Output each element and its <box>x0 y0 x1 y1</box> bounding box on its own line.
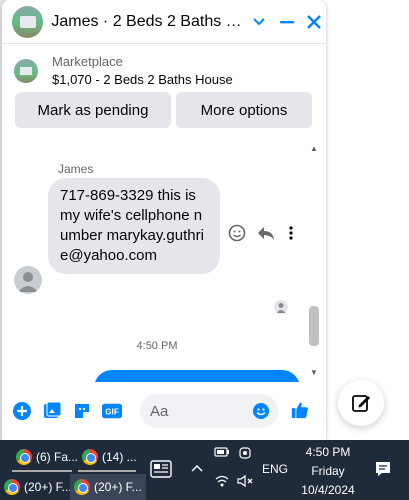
listing-row[interactable]: Marketplace $1,070 - 2 Beds 2 Baths Hous… <box>14 54 233 87</box>
more-options-button[interactable]: More options <box>176 92 312 128</box>
outgoing-message-bubble[interactable] <box>94 370 300 382</box>
chat-title[interactable]: James · 2 Beds 2 Baths House <box>51 13 243 31</box>
chat-header[interactable]: James · 2 Beds 2 Baths House <box>2 0 326 44</box>
chat-avatar[interactable] <box>12 5 44 38</box>
close-icon[interactable] <box>302 10 326 34</box>
clock[interactable]: 4:50 PM Friday 10/4/2024 <box>288 444 368 499</box>
sender-name: James <box>58 162 94 176</box>
camera-icon[interactable] <box>238 446 252 463</box>
taskbar-app-label: (14) ... <box>102 450 137 464</box>
scroll-thumb[interactable] <box>309 306 319 346</box>
taskbar-app-4[interactable]: (20+) F... <box>70 474 146 500</box>
listing-name: $1,070 - 2 Beds 2 Baths House <box>52 72 233 87</box>
taskbar-app-2[interactable]: (14) ... <box>82 444 137 470</box>
message-actions <box>228 224 296 247</box>
listing-kind: Marketplace <box>52 54 123 69</box>
seen-avatar <box>274 300 288 314</box>
message-input[interactable] <box>150 402 250 420</box>
taskbar-app-label: (20+) F... <box>24 480 72 494</box>
taskbar-app-indicator <box>12 470 72 472</box>
wifi-icon[interactable] <box>214 474 230 491</box>
svg-text:GIF: GIF <box>105 408 119 417</box>
composer: GIF <box>2 382 326 440</box>
taskbar-app-label: (6) Fa... <box>36 450 79 464</box>
battery-icon[interactable] <box>214 446 230 461</box>
message-list: James 717-869-3329 this is my wife's cel… <box>2 134 326 382</box>
photo-icon[interactable] <box>42 401 62 421</box>
scroll-down-arrow[interactable]: ▼ <box>309 368 319 378</box>
sender-avatar[interactable] <box>14 266 42 294</box>
chevron-up-icon[interactable] <box>190 462 204 476</box>
chrome-icon <box>16 449 32 465</box>
taskbar-app-1[interactable]: (6) Fa... <box>16 444 78 470</box>
volume-muted-icon[interactable] <box>236 474 254 491</box>
listing-text: Marketplace $1,070 - 2 Beds 2 Baths Hous… <box>52 54 233 87</box>
notifications-icon[interactable] <box>374 460 392 481</box>
new-message-button[interactable] <box>338 380 384 426</box>
chrome-icon <box>74 479 90 495</box>
chevron-down-icon[interactable] <box>247 10 271 34</box>
compose-icon <box>352 395 370 412</box>
mark-as-pending-button[interactable]: Mark as pending <box>15 92 171 128</box>
sticker-icon[interactable] <box>72 401 92 421</box>
scrollbar[interactable]: ▲ ▼ <box>306 142 320 382</box>
chat-window: James · 2 Beds 2 Baths House Marketplace… <box>2 0 326 440</box>
thumbs-up-icon[interactable] <box>290 400 310 420</box>
react-icon[interactable] <box>228 224 246 247</box>
reply-icon[interactable] <box>256 224 276 247</box>
message-bubble[interactable]: 717-869-3329 this is my wife's cellphone… <box>48 178 220 274</box>
emoji-icon[interactable] <box>252 402 270 425</box>
more-icon[interactable] <box>286 224 296 247</box>
gif-icon[interactable]: GIF <box>102 401 122 421</box>
news-widget-icon[interactable] <box>150 460 172 481</box>
taskbar: (6) Fa... (14) ... (20+) F... (20+) F...… <box>0 440 409 500</box>
chrome-icon <box>4 479 20 495</box>
minimize-icon[interactable] <box>275 10 299 34</box>
message-timestamp: 4:50 PM <box>136 340 178 352</box>
chrome-icon <box>82 449 98 465</box>
clock-day: Friday <box>311 464 345 478</box>
taskbar-app-indicator <box>78 470 136 472</box>
language-indicator[interactable]: ENG <box>262 462 288 476</box>
message-input-wrap <box>140 394 278 428</box>
plus-icon[interactable] <box>12 401 32 421</box>
taskbar-app-label: (20+) F... <box>94 480 142 494</box>
marketplace-listing: Marketplace $1,070 - 2 Beds 2 Baths Hous… <box>2 44 326 134</box>
clock-time: 4:50 PM <box>305 445 351 459</box>
clock-date: 10/4/2024 <box>301 483 355 497</box>
scroll-up-arrow[interactable]: ▲ <box>309 144 319 154</box>
listing-thumbnail <box>14 58 38 83</box>
taskbar-app-3[interactable]: (20+) F... <box>0 474 76 500</box>
